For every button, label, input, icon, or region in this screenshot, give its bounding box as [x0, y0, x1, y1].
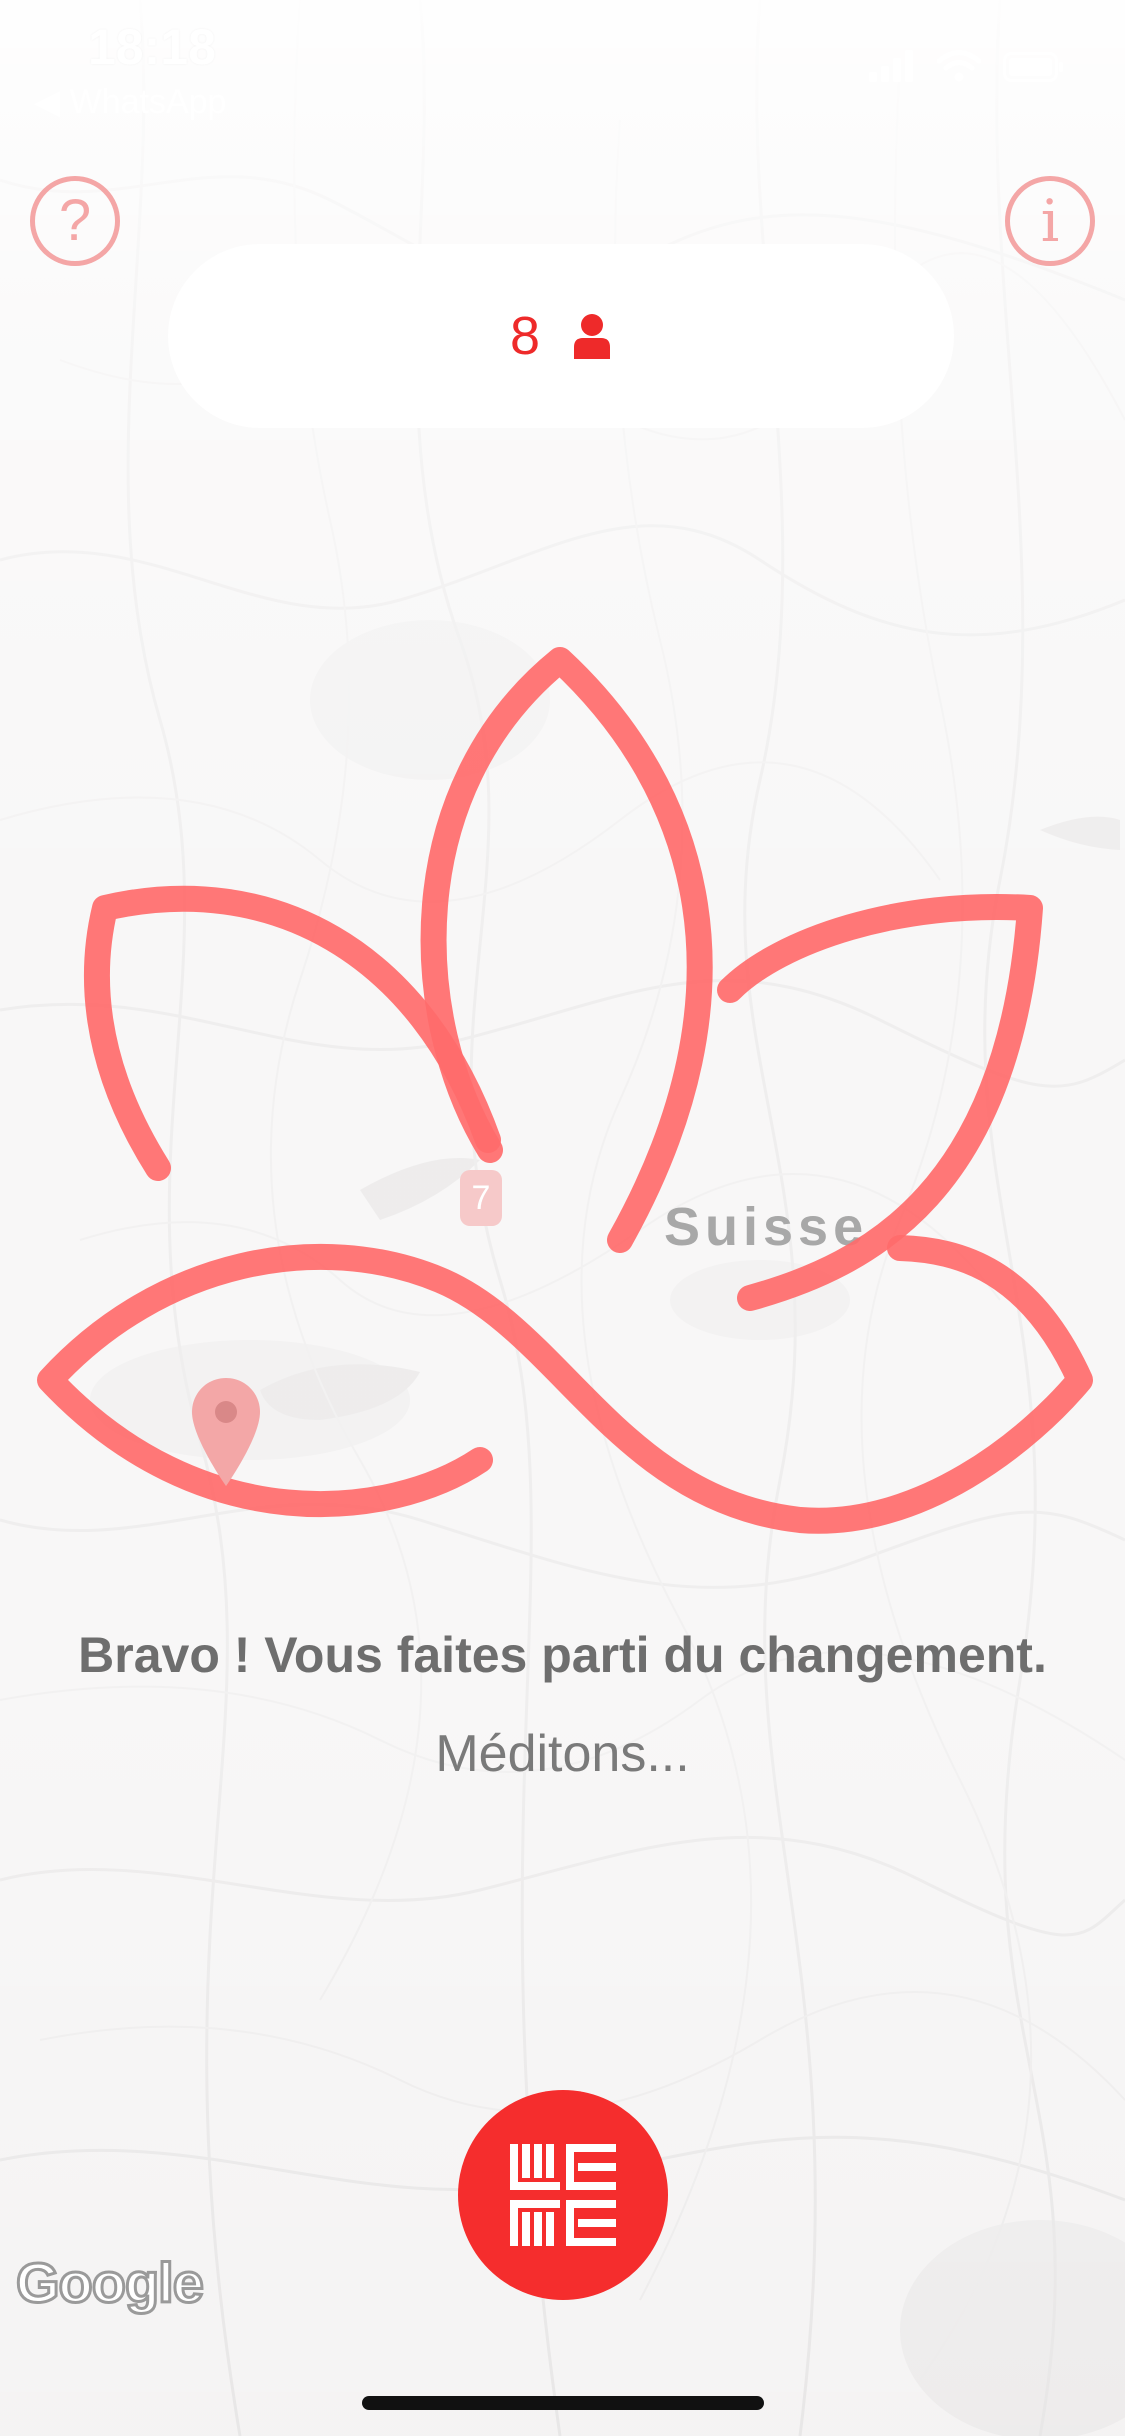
info-icon[interactable]: i: [1005, 176, 1095, 266]
back-to-app-link[interactable]: ◀ WhatsApp: [34, 82, 226, 122]
person-icon: [574, 314, 611, 359]
status-icons: [869, 50, 1065, 82]
status-time: 18:18: [88, 19, 216, 75]
wifi-icon: [937, 50, 981, 82]
signal-icon: [869, 50, 913, 82]
status-bar: 18:18 ◀ WhatsApp: [0, 0, 1125, 130]
app-screen: 18:18 ◀ WhatsApp ? i 8 7 Suisse Bravo ! …: [0, 0, 1125, 2436]
home-indicator[interactable]: [362, 2396, 764, 2410]
location-pin-icon[interactable]: [190, 1376, 262, 1488]
participant-count: 8: [509, 306, 541, 366]
weme-logo-icon: [510, 2144, 616, 2246]
battery-icon: [1003, 52, 1063, 82]
success-headline: Bravo ! Vous faites parti du changement.: [78, 1627, 1047, 1683]
google-attribution: Google: [15, 2250, 206, 2316]
meditation-subtitle: Méditons...: [435, 1725, 690, 1783]
weme-logo-button[interactable]: [458, 2090, 668, 2300]
lotus-icon: [37, 647, 1093, 1534]
help-icon[interactable]: ?: [30, 176, 120, 266]
participant-counter: 8: [168, 244, 954, 428]
